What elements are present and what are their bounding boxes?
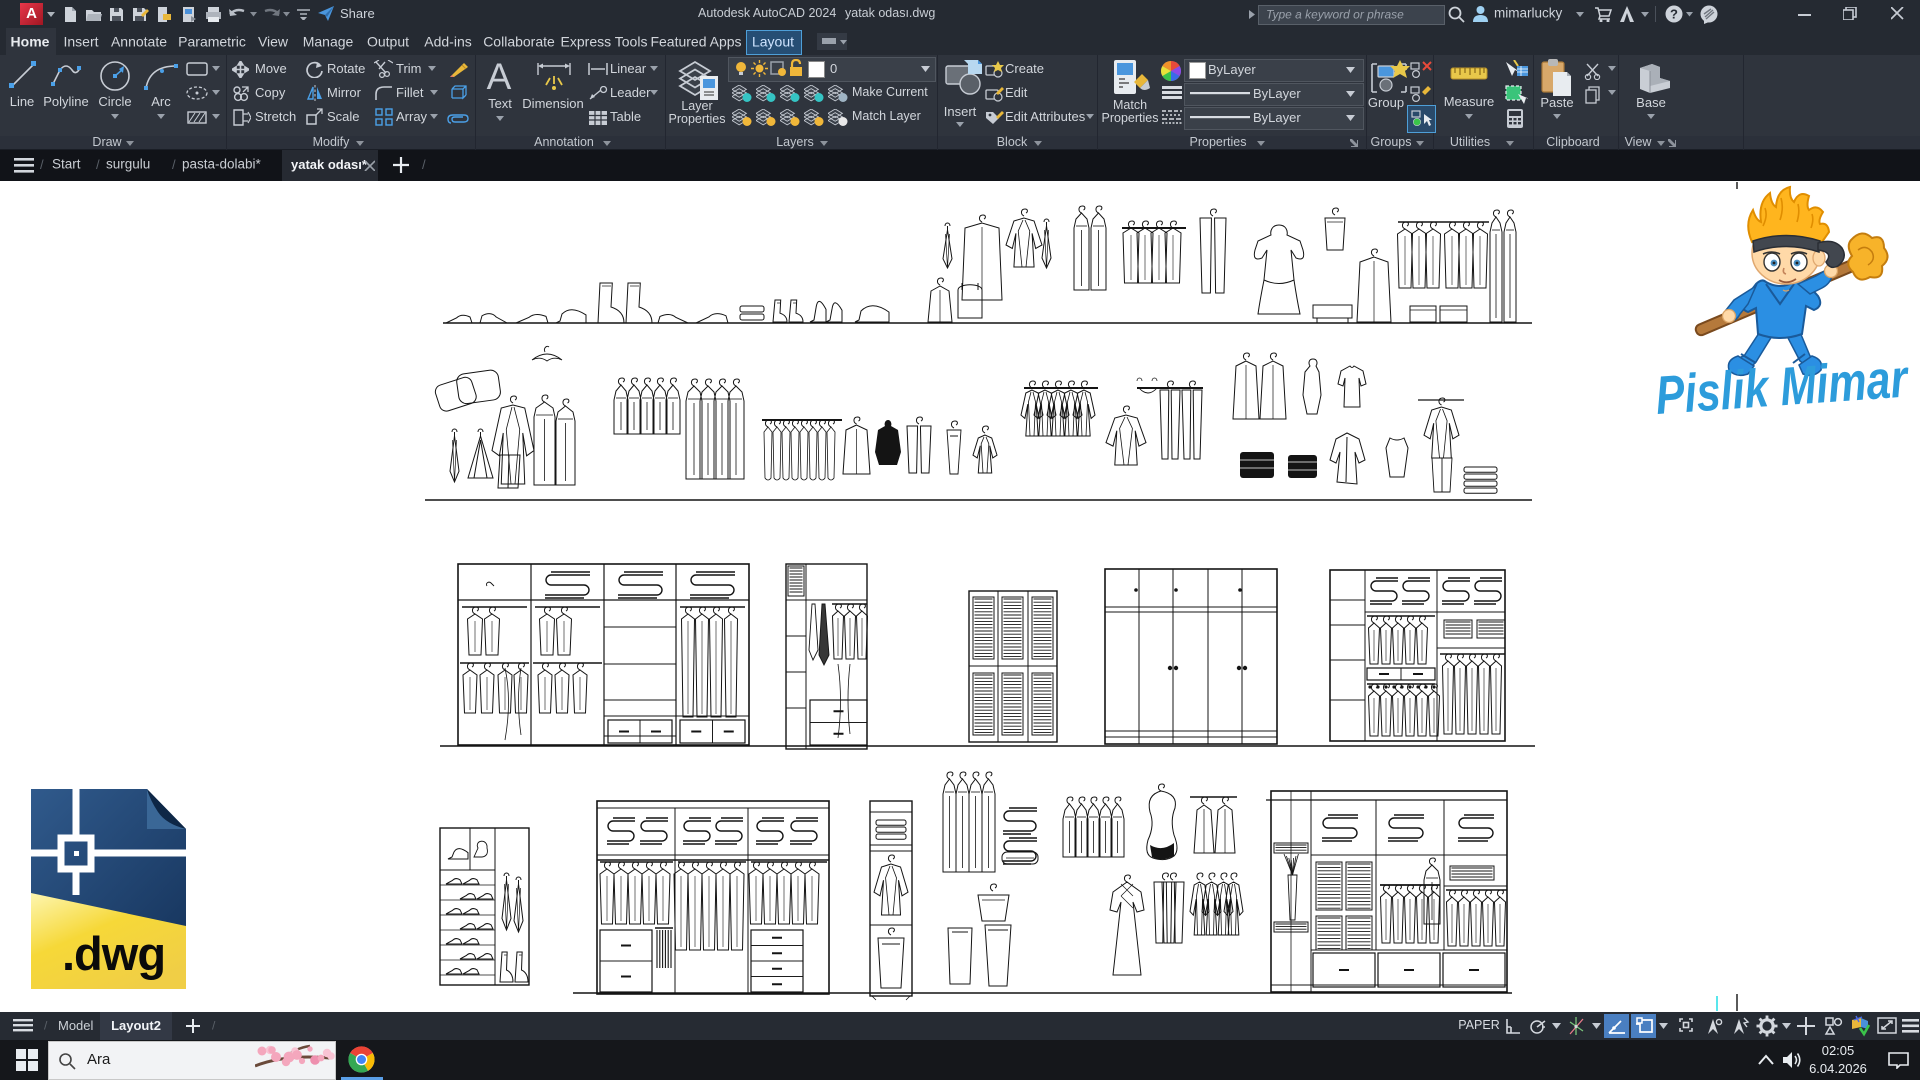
svg-text:.dwg: .dwg <box>62 927 165 980</box>
